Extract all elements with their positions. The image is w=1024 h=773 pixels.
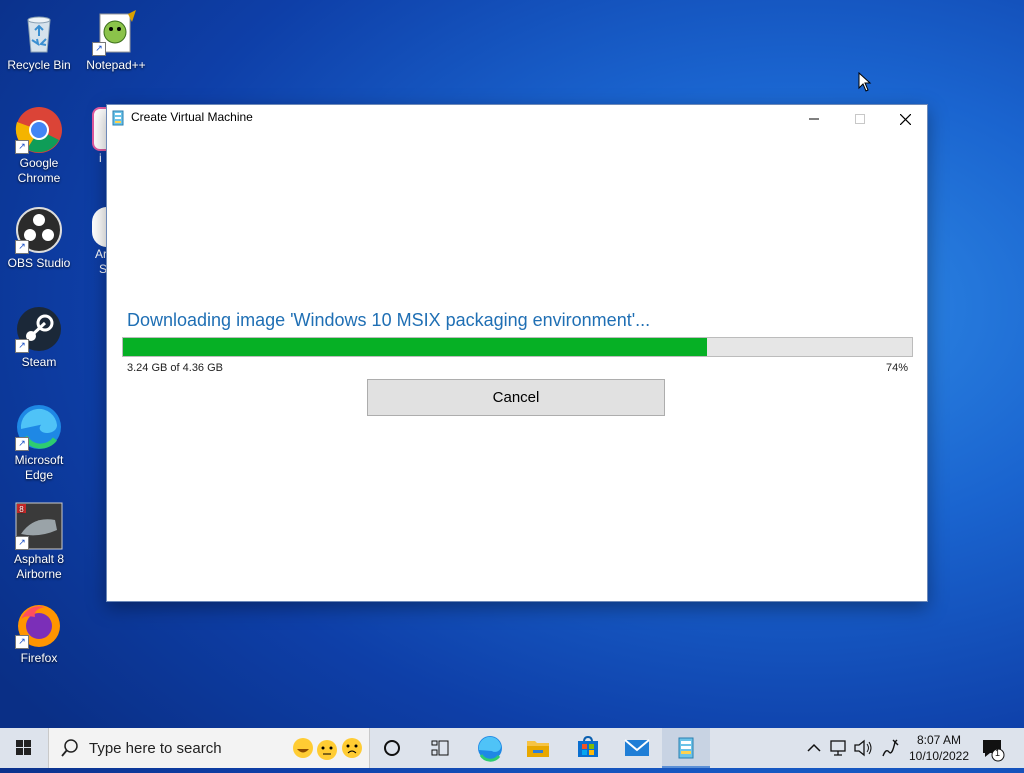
title-bar[interactable]: Create Virtual Machine bbox=[107, 105, 927, 131]
download-size-text: 3.24 GB of 4.36 GB bbox=[127, 362, 224, 374]
minimize-button[interactable] bbox=[791, 105, 837, 131]
taskbar-clock[interactable]: 8:07 AM 10/10/2022 bbox=[904, 732, 974, 764]
folder-icon bbox=[527, 741, 549, 757]
emoji-search-highlight-icon bbox=[293, 738, 362, 760]
shortcut-arrow-icon: ↗ bbox=[15, 635, 29, 649]
action-center-button[interactable]: 1 bbox=[978, 728, 1008, 768]
shortcut-arrow-icon: ↗ bbox=[15, 536, 29, 550]
speaker-icon bbox=[854, 739, 872, 757]
notification-count-badge: 1 bbox=[995, 748, 1001, 758]
edge-icon: ↗ bbox=[15, 403, 63, 451]
desktop-icon-label: OBS Studio bbox=[7, 256, 71, 270]
desktop-icon-label: Recycle Bin bbox=[7, 58, 71, 72]
desktop-icon-label: S bbox=[99, 262, 106, 276]
desktop-icon-label: i bbox=[99, 151, 102, 165]
clock-time: 8:07 AM bbox=[916, 733, 962, 747]
taskbar-file-explorer-button[interactable] bbox=[514, 728, 562, 768]
hyperv-app-icon bbox=[112, 110, 124, 126]
chevron-up-icon bbox=[807, 743, 821, 752]
edge-icon bbox=[478, 736, 502, 762]
create-vm-window: Create Virtual Machine Downloading image… bbox=[106, 104, 928, 602]
desktop-icon-label: Asphalt 8 Airborne bbox=[13, 552, 65, 581]
desktop-icon-partial[interactable]: Ar S bbox=[92, 207, 106, 289]
notification-icon bbox=[983, 740, 1005, 762]
desktop-icon-obs[interactable]: ↗ OBS Studio bbox=[1, 206, 77, 271]
mail-icon bbox=[624, 739, 650, 756]
search-placeholder: Type here to search bbox=[89, 740, 222, 757]
desktop-icon-label: Ar bbox=[95, 247, 106, 261]
close-button[interactable] bbox=[882, 105, 928, 131]
task-view-icon bbox=[431, 740, 449, 756]
shortcut-arrow-icon: ↗ bbox=[15, 339, 29, 353]
network-icon bbox=[830, 740, 846, 756]
taskbar-mail-button[interactable] bbox=[613, 728, 661, 768]
pen-icon bbox=[882, 739, 899, 757]
firefox-icon: ↗ bbox=[15, 601, 63, 649]
mouse-cursor-icon bbox=[858, 71, 872, 98]
desktop-icon-label: Steam bbox=[21, 355, 57, 369]
windows-logo-icon bbox=[16, 740, 31, 755]
search-icon bbox=[61, 739, 78, 757]
app-icon bbox=[92, 207, 106, 247]
obs-icon: ↗ bbox=[15, 206, 63, 254]
chrome-icon: ↗ bbox=[15, 106, 63, 154]
progress-fill bbox=[123, 338, 707, 356]
minimize-icon bbox=[809, 118, 819, 120]
network-button[interactable] bbox=[828, 728, 850, 768]
taskbar-hyperv-button[interactable] bbox=[662, 728, 710, 768]
desktop-icon-notepadpp[interactable]: ↗ Notepad++ bbox=[78, 8, 154, 73]
asphalt-icon: 8 ↗ bbox=[15, 502, 63, 550]
cortana-circle-icon bbox=[384, 740, 400, 756]
desktop-icon-steam[interactable]: ↗ Steam bbox=[1, 305, 77, 370]
hyperv-app-icon bbox=[678, 737, 694, 759]
show-hidden-icons-button[interactable] bbox=[804, 728, 824, 768]
taskbar-search-box[interactable]: Type here to search bbox=[48, 728, 370, 768]
desktop-icon-label: Firefox bbox=[20, 651, 58, 665]
clock-date: 10/10/2022 bbox=[908, 749, 970, 763]
maximize-button[interactable] bbox=[837, 105, 883, 131]
taskbar: Type here to search 8:07 AM 10/10/2022 1 bbox=[0, 728, 1024, 768]
store-icon bbox=[578, 735, 598, 757]
download-percent-text: 74% bbox=[885, 362, 908, 374]
desktop-icon-firefox[interactable]: ↗ Firefox bbox=[1, 601, 77, 666]
desktop-icon-label: Notepad++ bbox=[86, 58, 146, 72]
maximize-icon bbox=[855, 114, 865, 125]
recycle-bin-icon bbox=[15, 8, 63, 56]
desktop-icon-label: Google Chrome bbox=[17, 156, 61, 185]
desktop-icon-asphalt[interactable]: 8 ↗ Asphalt 8 Airborne bbox=[1, 502, 77, 582]
cancel-button[interactable]: Cancel bbox=[367, 379, 665, 416]
app-icon bbox=[92, 107, 106, 151]
notepadpp-icon: ↗ bbox=[92, 8, 140, 56]
close-icon bbox=[899, 113, 911, 126]
task-view-button[interactable] bbox=[416, 728, 464, 768]
pen-workspace-button[interactable] bbox=[878, 728, 902, 768]
desktop-icon-edge[interactable]: ↗ Microsoft Edge bbox=[1, 403, 77, 483]
taskbar-store-button[interactable] bbox=[564, 728, 612, 768]
shortcut-arrow-icon: ↗ bbox=[15, 437, 29, 451]
svg-text:8: 8 bbox=[19, 505, 24, 514]
desktop-icon-partial[interactable]: i bbox=[92, 107, 106, 171]
shortcut-arrow-icon: ↗ bbox=[15, 240, 29, 254]
task-view-cortana-button[interactable] bbox=[368, 728, 416, 768]
shortcut-arrow-icon: ↗ bbox=[15, 140, 29, 154]
download-status-text: Downloading image 'Windows 10 MSIX packa… bbox=[127, 310, 651, 330]
steam-icon: ↗ bbox=[15, 305, 63, 353]
taskbar-edge-button[interactable] bbox=[466, 728, 514, 768]
desktop-icon-chrome[interactable]: ↗ Google Chrome bbox=[1, 106, 77, 186]
window-title: Create Virtual Machine bbox=[131, 110, 253, 124]
desktop-icon-recycle-bin[interactable]: Recycle Bin bbox=[1, 8, 77, 73]
shortcut-arrow-icon: ↗ bbox=[92, 42, 106, 56]
start-button[interactable] bbox=[0, 728, 48, 768]
desktop-icon-label: Microsoft Edge bbox=[14, 453, 64, 482]
download-progress-bar bbox=[122, 337, 913, 357]
volume-button[interactable] bbox=[852, 728, 874, 768]
